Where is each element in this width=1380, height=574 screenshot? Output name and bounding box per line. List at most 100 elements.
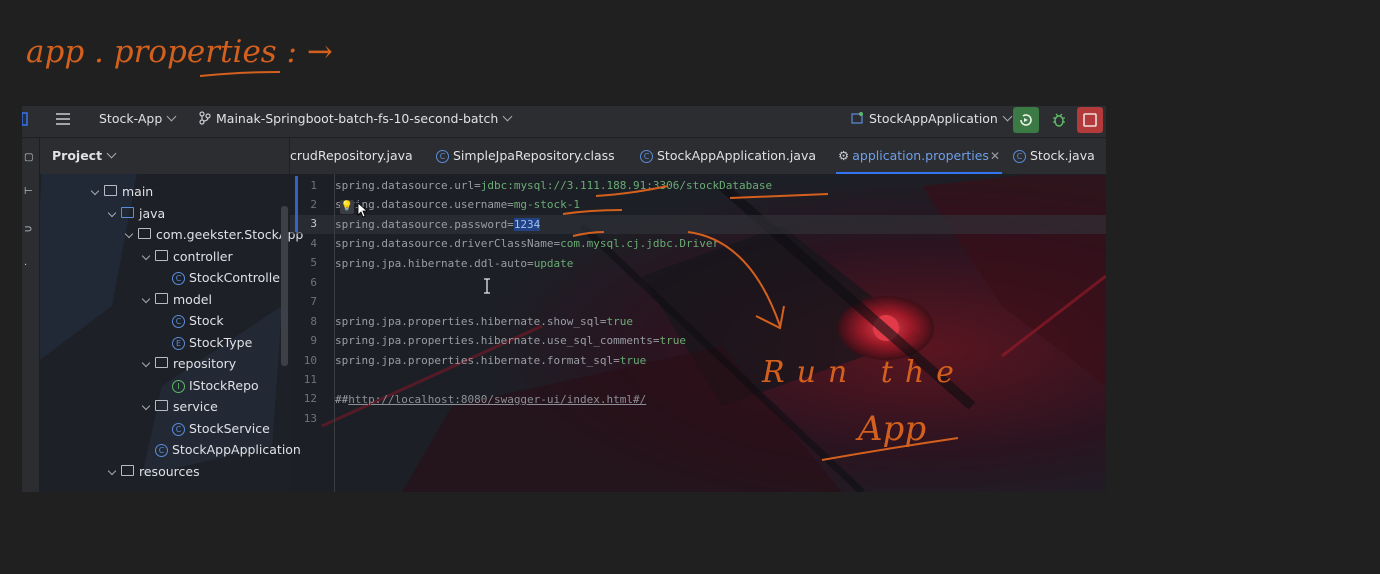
rerun-button[interactable] (1013, 107, 1039, 133)
tree-item[interactable]: I IStockRepo (172, 377, 259, 395)
project-name: Stock-App (99, 111, 163, 126)
structure-tool-icon[interactable]: ⊃ (24, 224, 32, 235)
ide-window: Stock-App Mainak-Springboot-batch-fs-10-… (22, 106, 1106, 492)
line-number: 8 (310, 315, 317, 328)
line-number: 9 (310, 334, 317, 347)
heading-text: app . properties : → (26, 34, 333, 70)
tab-stock-java[interactable]: C Stock.java (1013, 138, 1095, 174)
line-number: 4 (310, 237, 317, 250)
project-selector[interactable]: Stock-App (99, 106, 177, 137)
branch-name: Mainak-Springboot-batch-fs-10-second-bat… (216, 111, 499, 126)
selected-text: 1234 (513, 218, 541, 231)
expand-arrow-icon (141, 251, 151, 261)
enum-icon: E (172, 337, 185, 350)
gear-icon: ⚙ (838, 148, 850, 163)
swagger-link: http://localhost:8080/swagger-ui/index.h… (348, 393, 647, 406)
code-line[interactable]: spring.datasource.username=mg-stock-1 (335, 195, 580, 214)
tool-window-strip: ▢ ⊢ ⊃ · (22, 138, 40, 492)
project-panel: Project main java com.geekster.StockApp … (40, 138, 303, 492)
class-icon: C (172, 315, 185, 328)
line-number: 6 (310, 276, 317, 289)
tree-item[interactable]: model (141, 291, 212, 309)
tree-item[interactable]: C StockController (172, 269, 285, 287)
expand-arrow-icon (141, 358, 151, 368)
tab-crud-repository[interactable]: crudRepository.java (290, 138, 413, 174)
tree-item[interactable]: C StockService (172, 420, 270, 438)
tree-item[interactable]: main (90, 183, 153, 201)
tree-item[interactable]: com.geekster.StockApp (124, 226, 303, 244)
class-icon: C (1013, 150, 1026, 163)
line-number: 13 (303, 412, 317, 425)
expand-arrow-icon (141, 401, 151, 411)
tree-item[interactable]: resources (107, 463, 200, 481)
code-line[interactable]: spring.jpa.properties.hibernate.format_s… (335, 351, 646, 370)
tab-application-properties[interactable]: ⚙ application.properties ✕ (836, 138, 1002, 174)
line-number: 5 (310, 256, 317, 269)
branch-selector[interactable]: Mainak-Springboot-batch-fs-10-second-bat… (199, 106, 513, 137)
hamburger-menu-icon[interactable] (55, 106, 71, 137)
expand-arrow-icon (107, 466, 117, 476)
interface-icon: I (172, 380, 185, 393)
mouse-pointer-icon (357, 202, 367, 218)
lightbulb-icon[interactable]: 💡 (340, 200, 354, 214)
folder-icon (104, 185, 117, 196)
stop-button[interactable] (1077, 107, 1103, 133)
line-number: 3 (310, 217, 317, 230)
run-config-name: StockAppApplication (869, 111, 998, 126)
chevron-down-icon (502, 111, 513, 122)
project-tool-icon[interactable]: ▢ (24, 152, 33, 163)
tree-item[interactable]: service (141, 398, 218, 416)
source-folder-icon (121, 207, 134, 218)
tree-item[interactable]: C StockAppApplication (155, 441, 301, 459)
bug-icon (1053, 113, 1065, 127)
branch-icon (199, 111, 211, 125)
package-icon (155, 357, 168, 368)
chevron-down-icon (106, 148, 117, 159)
tree-item[interactable]: controller (141, 248, 233, 266)
expand-arrow-icon (107, 208, 117, 218)
main-toolbar: Stock-App Mainak-Springboot-batch-fs-10-… (22, 106, 1106, 138)
tree-item[interactable]: C Stock (172, 312, 224, 330)
line-number-gutter: 1 2 3 4 5 6 7 8 9 10 11 12 13 (290, 174, 335, 492)
text-cursor-icon (484, 278, 490, 294)
close-tab-icon[interactable]: ✕ (990, 138, 1000, 174)
code-line[interactable]: spring.jpa.hibernate.ddl-auto=update (335, 254, 573, 273)
run-configuration-selector[interactable]: StockAppApplication (851, 106, 1013, 137)
package-icon (155, 400, 168, 411)
code-line[interactable]: spring.jpa.properties.hibernate.use_sql_… (335, 331, 686, 350)
tab-stock-app-application[interactable]: C StockAppApplication.java (640, 138, 816, 174)
line-number: 1 (310, 179, 317, 192)
expand-arrow-icon (90, 186, 100, 196)
commit-tool-icon[interactable]: ⊢ (24, 186, 33, 197)
class-icon: C (172, 272, 185, 285)
line-number: 12 (303, 392, 317, 405)
resources-folder-icon (121, 465, 134, 476)
tree-item[interactable]: E StockType (172, 334, 252, 352)
class-icon: C (172, 423, 185, 436)
line-number: 2 (310, 198, 317, 211)
app-logo[interactable] (22, 106, 28, 137)
code-line[interactable]: spring.datasource.driverClassName=com.my… (335, 234, 719, 253)
line-number: 10 (303, 354, 317, 367)
package-icon (155, 293, 168, 304)
tree-item[interactable]: repository (141, 355, 236, 373)
code-line[interactable]: ##http://localhost:8080/swagger-ui/index… (335, 390, 646, 409)
line-number: 11 (303, 373, 317, 386)
class-icon: C (436, 150, 449, 163)
project-panel-title[interactable]: Project (52, 148, 117, 163)
stop-icon (1083, 113, 1097, 127)
more-tools-icon[interactable]: · (24, 260, 27, 271)
chevron-down-icon (166, 111, 177, 122)
expand-arrow-icon (124, 229, 134, 239)
debug-button[interactable] (1046, 107, 1072, 133)
class-icon: C (155, 444, 168, 457)
rerun-icon (1020, 114, 1032, 126)
handwritten-heading: app . properties : → (26, 34, 333, 77)
chevron-down-icon (1002, 111, 1013, 122)
code-line[interactable]: spring.jpa.properties.hibernate.show_sql… (335, 312, 633, 331)
vertical-scrollbar[interactable] (281, 206, 288, 366)
tab-simple-jpa-repository[interactable]: C SimpleJpaRepository.class (436, 138, 615, 174)
package-icon (155, 250, 168, 261)
tree-item[interactable]: java (107, 205, 165, 223)
code-line[interactable]: spring.datasource.url=jdbc:mysql://3.111… (335, 176, 772, 195)
